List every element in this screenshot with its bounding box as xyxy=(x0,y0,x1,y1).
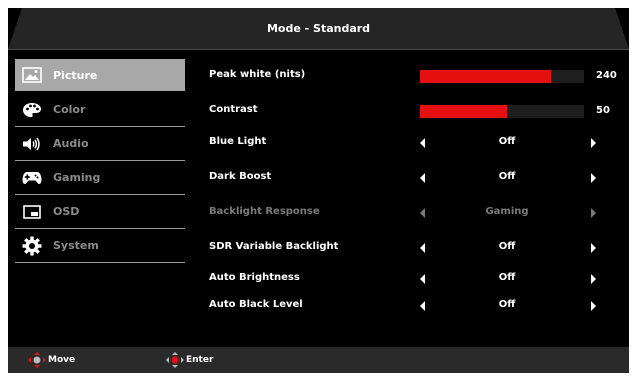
setting-dark-boost[interactable]: Dark Boost Off xyxy=(209,168,619,188)
arrow-right-icon[interactable] xyxy=(591,274,596,284)
navigation-joystick-icon xyxy=(28,352,46,368)
auto-brightness-value: Off xyxy=(498,272,516,283)
arrow-right-icon xyxy=(591,208,596,218)
arrow-left-icon xyxy=(420,208,425,218)
peak-white-value: 240 xyxy=(596,70,617,81)
peak-white-slider[interactable] xyxy=(420,70,584,83)
blue-light-value: Off xyxy=(498,136,516,147)
sdr-variable-backlight-value: Off xyxy=(498,241,516,252)
backlight-response-value: Gaming xyxy=(485,206,529,217)
osd-footer: Move Enter xyxy=(8,347,629,373)
speaker-icon xyxy=(21,133,43,155)
sidebar: Picture Color Audio Gaming OSD System xyxy=(15,59,185,263)
sidebar-item-picture[interactable]: Picture xyxy=(15,59,185,91)
auto-black-level-value: Off xyxy=(498,299,516,310)
setting-label: Peak white (nits) xyxy=(209,69,306,80)
setting-label: Backlight Response xyxy=(209,206,320,217)
sidebar-item-system[interactable]: System xyxy=(15,229,185,263)
arrow-left-icon[interactable] xyxy=(420,138,425,148)
sidebar-item-label: OSD xyxy=(53,205,80,218)
setting-label: SDR Variable Backlight xyxy=(209,241,339,252)
setting-auto-black-level[interactable]: Auto Black Level Off xyxy=(209,296,619,316)
sidebar-item-label: Audio xyxy=(53,137,89,150)
setting-sdr-variable-backlight[interactable]: SDR Variable Backlight Off xyxy=(209,238,619,258)
palette-icon xyxy=(21,99,43,121)
setting-contrast[interactable]: Contrast 50 xyxy=(209,101,619,121)
sidebar-item-audio[interactable]: Audio xyxy=(15,127,185,161)
sidebar-item-label: Gaming xyxy=(53,171,101,184)
setting-peak-white[interactable]: Peak white (nits) 240 xyxy=(209,66,619,86)
arrow-right-icon[interactable] xyxy=(591,173,596,183)
arrow-left-icon[interactable] xyxy=(420,301,425,311)
sidebar-item-gaming[interactable]: Gaming xyxy=(15,161,185,195)
gamepad-icon xyxy=(21,167,43,189)
setting-auto-brightness[interactable]: Auto Brightness Off xyxy=(209,269,619,289)
monitor-osd-menu: Mode - Standard Picture Color Audio Gami… xyxy=(8,8,629,373)
sidebar-item-label: Color xyxy=(53,103,86,116)
setting-label: Auto Brightness xyxy=(209,272,300,283)
header-corner-right xyxy=(615,8,629,49)
setting-label: Contrast xyxy=(209,104,258,115)
contrast-slider-fill xyxy=(420,105,507,118)
dark-boost-value: Off xyxy=(498,171,516,182)
footer-move-hint: Move xyxy=(28,352,75,368)
gear-icon xyxy=(21,235,43,257)
sidebar-item-color[interactable]: Color xyxy=(15,93,185,127)
footer-enter-label: Enter xyxy=(186,355,214,365)
setting-label: Dark Boost xyxy=(209,171,272,182)
osd-header: Mode - Standard xyxy=(8,8,629,50)
contrast-value: 50 xyxy=(596,105,610,116)
sidebar-item-label: System xyxy=(53,239,99,252)
contrast-slider[interactable] xyxy=(420,105,584,118)
arrow-left-icon[interactable] xyxy=(420,243,425,253)
page-title: Mode - Standard xyxy=(266,22,371,35)
enter-joystick-icon xyxy=(166,352,184,368)
sidebar-item-label: Picture xyxy=(53,68,98,82)
arrow-right-icon[interactable] xyxy=(591,138,596,148)
footer-enter-hint: Enter xyxy=(166,352,213,368)
arrow-right-icon[interactable] xyxy=(591,301,596,311)
arrow-left-icon[interactable] xyxy=(420,274,425,284)
arrow-right-icon[interactable] xyxy=(591,243,596,253)
osd-window-icon xyxy=(21,201,43,223)
picture-icon xyxy=(21,64,43,86)
sidebar-item-osd[interactable]: OSD xyxy=(15,195,185,229)
peak-white-slider-fill xyxy=(420,70,552,83)
setting-backlight-response: Backlight Response Gaming xyxy=(209,203,619,223)
footer-move-label: Move xyxy=(48,355,76,365)
setting-label: Blue Light xyxy=(209,136,267,147)
arrow-left-icon[interactable] xyxy=(420,173,425,183)
setting-label: Auto Black Level xyxy=(209,299,303,310)
setting-blue-light[interactable]: Blue Light Off xyxy=(209,133,619,153)
